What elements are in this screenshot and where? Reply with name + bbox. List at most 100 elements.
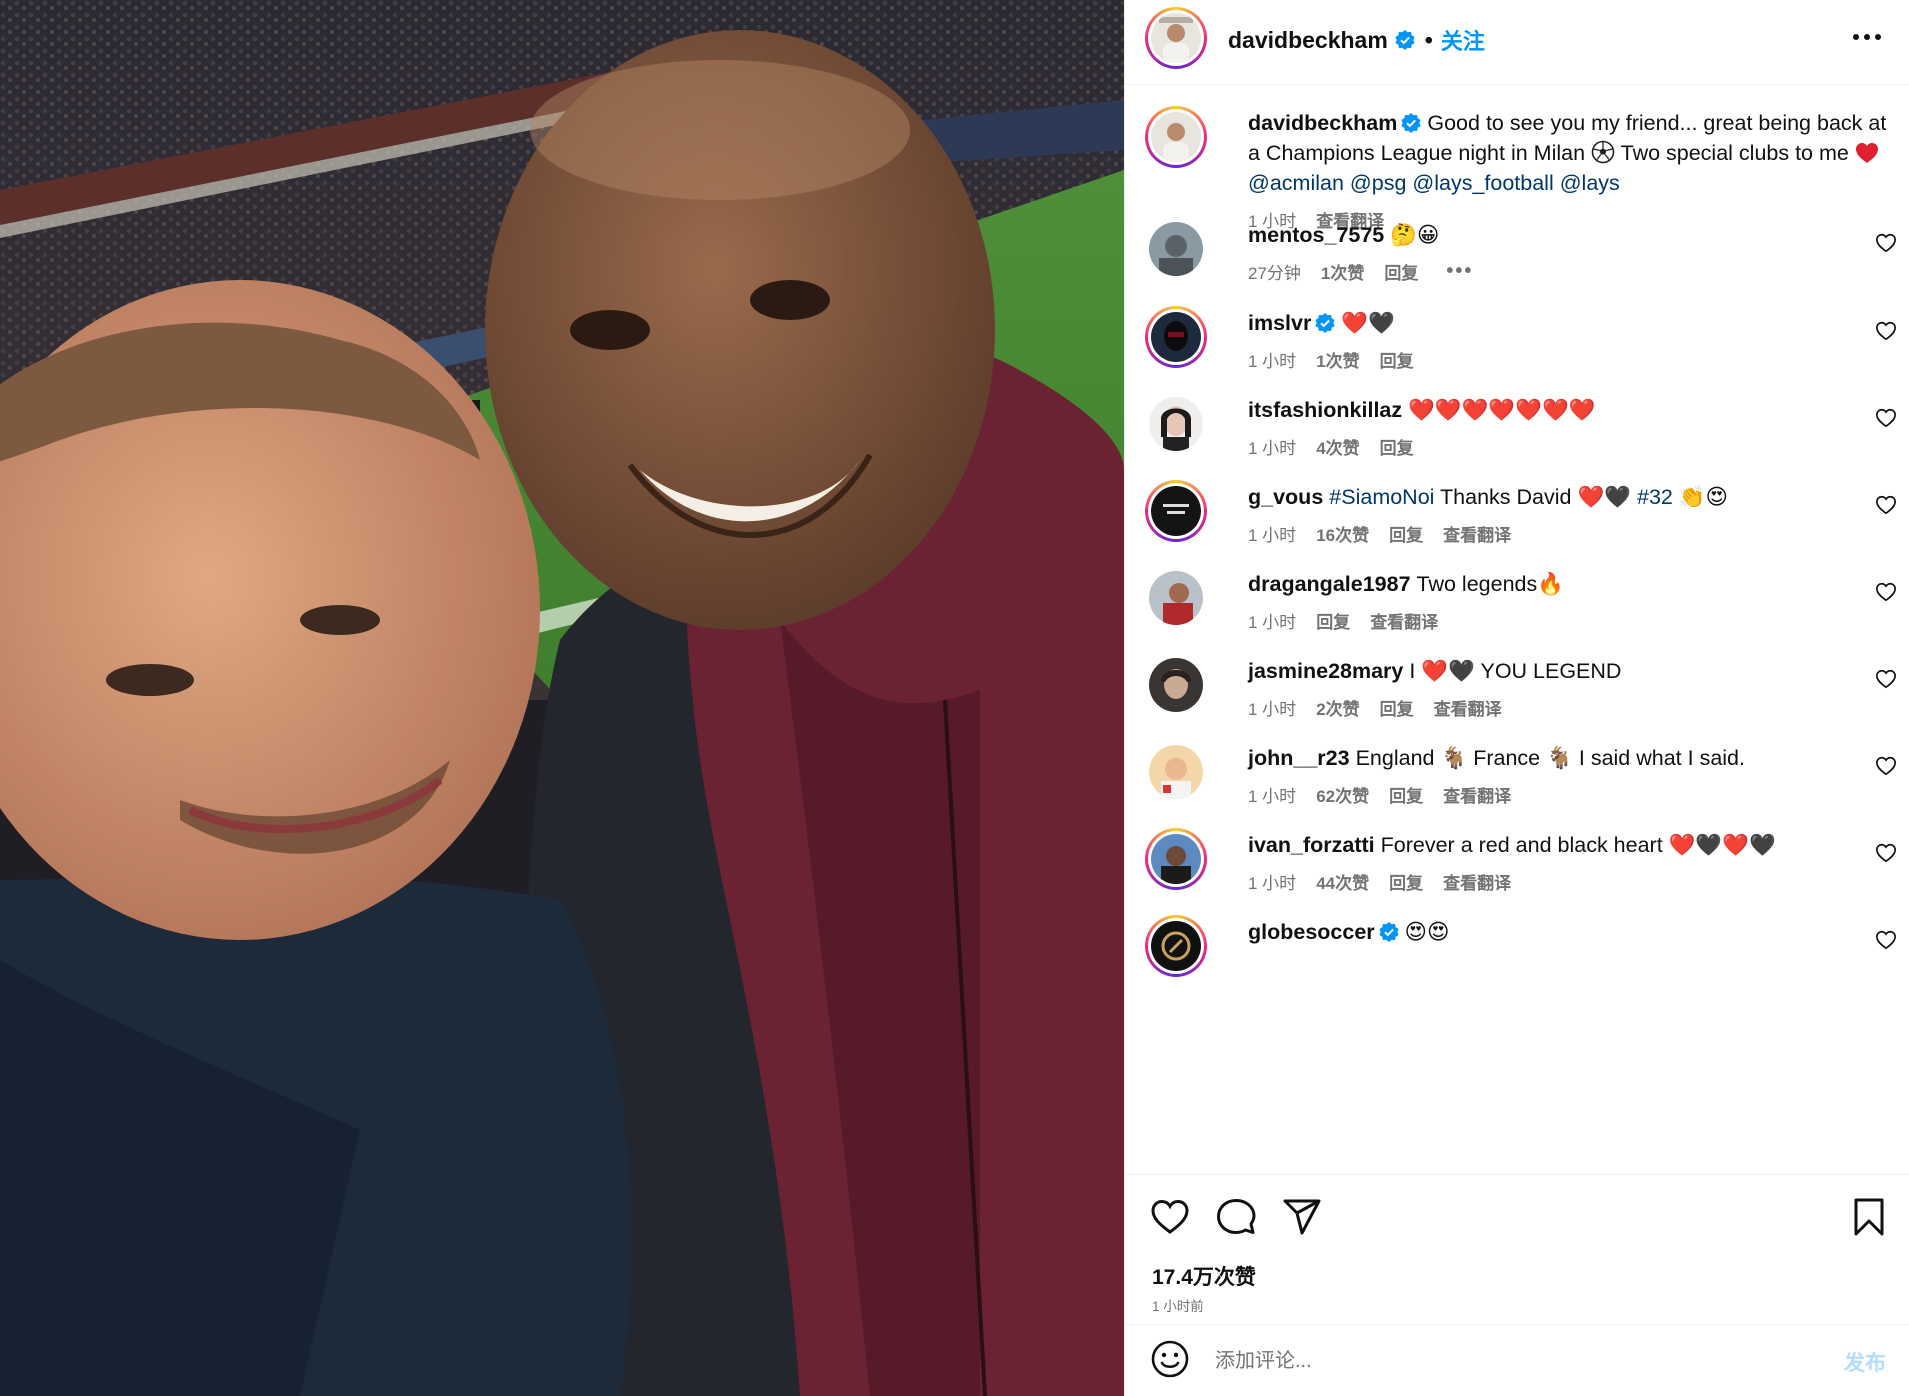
comment-emoji: 🤔😀 <box>1390 223 1440 247</box>
comment-bubble-icon[interactable] <box>1216 1197 1256 1237</box>
comment-like-heart-icon[interactable] <box>1875 320 1897 342</box>
comments-list[interactable]: davidbeckham Good to see you my friend...… <box>1125 86 1909 1174</box>
comment-emoji-2: 👏😍 <box>1678 485 1729 509</box>
comment-likes[interactable]: 44次赞 <box>1316 869 1369 894</box>
comment-likes[interactable]: 4次赞 <box>1316 434 1359 459</box>
comment-like-heart-icon[interactable] <box>1875 581 1897 603</box>
caption-username[interactable]: davidbeckham <box>1248 111 1397 135</box>
comment-time: 1 小时 <box>1248 700 1297 719</box>
comment-emoji: ❤️🖤 <box>1577 485 1632 509</box>
comment-likes[interactable]: 1次赞 <box>1321 259 1364 284</box>
mention-lays-football[interactable]: @lays_football <box>1412 171 1553 195</box>
comment-like-heart-icon[interactable] <box>1875 929 1897 951</box>
comment-username[interactable]: globesoccer <box>1248 920 1375 944</box>
comment-emoji: 🔥 <box>1537 572 1565 596</box>
comment-username[interactable]: dragangale1987 <box>1248 572 1411 596</box>
see-translation-link[interactable]: 查看翻译 <box>1434 695 1502 720</box>
send-paper-plane-icon[interactable] <box>1282 1197 1322 1237</box>
likes-count[interactable]: 17.4万次赞 <box>1152 1261 1256 1291</box>
bookmark-icon[interactable] <box>1849 1197 1889 1237</box>
comment-time: 1 小时 <box>1248 787 1297 806</box>
comment-username[interactable]: imslvr <box>1248 311 1311 335</box>
author-avatar[interactable] <box>1145 7 1207 69</box>
reply-button[interactable]: 回复 <box>1380 434 1414 459</box>
more-horizontal-icon[interactable] <box>1847 22 1887 52</box>
post-action-bar: 17.4万次赞 1 小时前 <box>1125 1174 1909 1324</box>
posted-time: 1 小时前 <box>1152 1299 1204 1314</box>
see-translation-link[interactable]: 查看翻译 <box>1443 521 1511 546</box>
caption-avatar[interactable] <box>1145 106 1207 168</box>
see-translation-link[interactable]: 查看翻译 <box>1443 869 1511 894</box>
avatar-image <box>1151 486 1201 536</box>
comment-like-heart-icon[interactable] <box>1875 755 1897 777</box>
comment-input[interactable] <box>1215 1341 1795 1381</box>
comment-more-button[interactable]: ••• <box>1446 260 1473 283</box>
author-username[interactable]: davidbeckham <box>1228 27 1388 54</box>
comment-likes[interactable]: 2次赞 <box>1316 695 1359 720</box>
follow-button[interactable]: 关注 <box>1441 24 1485 56</box>
reply-button[interactable]: 回复 <box>1316 608 1350 633</box>
post-header: davidbeckham • 关注 <box>1125 0 1909 85</box>
post-photo[interactable] <box>0 0 1124 1396</box>
reply-button[interactable]: 回复 <box>1384 259 1418 284</box>
comment-likes[interactable]: 62次赞 <box>1316 782 1369 807</box>
comment-text: I <box>1409 659 1422 683</box>
reply-button[interactable]: 回复 <box>1389 869 1423 894</box>
commenter-avatar[interactable] <box>1149 745 1203 799</box>
hashtag-32[interactable]: #32 <box>1637 485 1673 509</box>
comment-username[interactable]: john__r23 <box>1248 746 1350 770</box>
comment-time: 27分钟 <box>1248 264 1301 283</box>
commenter-avatar[interactable] <box>1149 571 1203 625</box>
commenter-avatar[interactable] <box>1149 222 1203 276</box>
comment-like-heart-icon[interactable] <box>1875 842 1897 864</box>
hashtag-siamonoi[interactable]: #SiamoNoi <box>1329 485 1434 509</box>
reply-button[interactable]: 回复 <box>1380 695 1414 720</box>
comment-time: 1 小时 <box>1248 874 1297 893</box>
caption-text-2: Two special clubs to me <box>1615 141 1855 165</box>
comment-text: England <box>1355 746 1441 770</box>
comment-like-heart-icon[interactable] <box>1875 494 1897 516</box>
see-translation-link[interactable]: 查看翻译 <box>1443 782 1511 807</box>
mention-psg[interactable]: @psg <box>1350 171 1407 195</box>
comment-time: 1 小时 <box>1248 439 1297 458</box>
comment-username[interactable]: g_vous <box>1248 485 1323 509</box>
comment-like-heart-icon[interactable] <box>1875 232 1897 254</box>
comment-emoji: ❤️🖤 <box>1421 659 1475 683</box>
goat-emoji: 🐐 <box>1440 746 1468 770</box>
heart-icon[interactable] <box>1150 1197 1190 1237</box>
reply-button[interactable]: 回复 <box>1380 347 1414 372</box>
comment-username[interactable]: jasmine28mary <box>1248 659 1403 683</box>
post-comment-button[interactable]: 发布 <box>1844 1347 1886 1377</box>
commenter-avatar[interactable] <box>1145 480 1207 542</box>
commenter-avatar[interactable] <box>1145 306 1207 368</box>
comment-username[interactable]: itsfashionkillaz <box>1248 398 1402 422</box>
avatar-image <box>1151 112 1201 162</box>
reply-button[interactable]: 回复 <box>1389 782 1423 807</box>
mention-lays[interactable]: @lays <box>1560 171 1620 195</box>
commenter-avatar[interactable] <box>1145 915 1207 977</box>
comment-emoji: ❤️❤️❤️❤️❤️❤️❤️ <box>1408 398 1596 422</box>
post-details-panel: davidbeckham • 关注 davidbeckham Good to s… <box>1124 0 1909 1396</box>
red-heart-icon <box>1855 143 1878 163</box>
reply-button[interactable]: 回复 <box>1389 521 1423 546</box>
comment-text-2: France <box>1467 746 1547 770</box>
commenter-avatar[interactable] <box>1149 397 1203 451</box>
verified-badge-icon <box>1395 30 1415 50</box>
comment-like-heart-icon[interactable] <box>1875 668 1897 690</box>
commenter-avatar[interactable] <box>1149 658 1203 712</box>
comment-like-heart-icon[interactable] <box>1875 407 1897 429</box>
verified-badge-icon <box>1401 113 1421 133</box>
avatar-image <box>1151 312 1201 362</box>
commenter-avatar[interactable] <box>1145 828 1207 890</box>
smiley-icon[interactable] <box>1150 1339 1190 1379</box>
comment-text-2: YOU LEGEND <box>1474 659 1622 683</box>
comment-username[interactable]: mentos_7575 <box>1248 223 1384 247</box>
avatar-image <box>1151 13 1201 63</box>
mention-acmilan[interactable]: @acmilan <box>1248 171 1344 195</box>
comment-likes[interactable]: 16次赞 <box>1316 521 1369 546</box>
comment-emoji: ❤️🖤❤️🖤 <box>1668 833 1776 857</box>
comment-likes[interactable]: 1次赞 <box>1316 347 1359 372</box>
comment-username[interactable]: ivan_forzatti <box>1248 833 1375 857</box>
comment-time: 1 小时 <box>1248 526 1297 545</box>
see-translation-link[interactable]: 查看翻译 <box>1370 608 1438 633</box>
